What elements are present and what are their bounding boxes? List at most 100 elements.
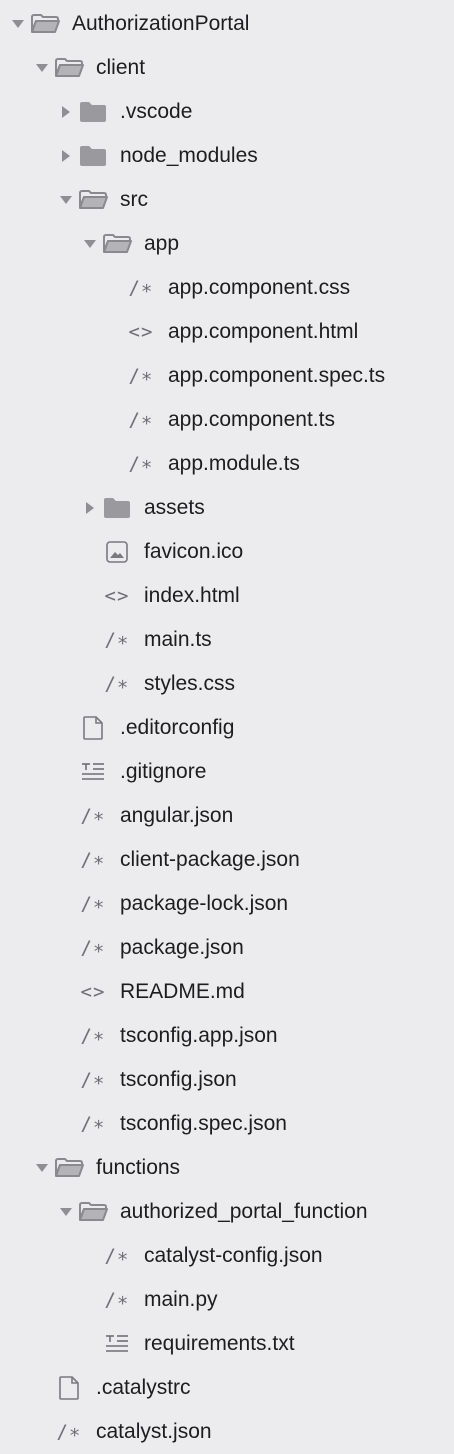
tree-row[interactable]: /∗ client-package.json [0, 838, 454, 882]
tree-row[interactable]: favicon.ico [0, 530, 454, 574]
tree-row[interactable]: /∗ package-lock.json [0, 882, 454, 926]
document-icon [54, 1366, 84, 1410]
tree-row[interactable]: /∗ app.module.ts [0, 442, 454, 486]
file-type-glyph: /∗ [104, 629, 130, 651]
source-file-icon: /∗ [126, 266, 156, 310]
tree-row[interactable]: assets [0, 486, 454, 530]
disclosure-collapsed-icon[interactable] [78, 486, 102, 530]
file-type-glyph: <> [104, 585, 130, 607]
file-type-glyph: /∗ [80, 1069, 106, 1091]
markup-file-icon: <> [126, 310, 156, 354]
disclosure-expanded-icon[interactable] [78, 222, 102, 266]
file-type-glyph: /∗ [80, 893, 106, 915]
tree-item-label: .gitignore [120, 760, 207, 783]
file-type-glyph: /∗ [80, 1025, 106, 1047]
tree-row[interactable]: /∗ angular.json [0, 794, 454, 838]
tree-item-label: authorized_portal_function [120, 1200, 368, 1223]
file-type-glyph: /∗ [128, 365, 154, 387]
tree-row[interactable]: .gitignore [0, 750, 454, 794]
tree-row[interactable]: /∗ tsconfig.json [0, 1058, 454, 1102]
folder-open-icon [78, 1190, 108, 1234]
tree-row[interactable]: app [0, 222, 454, 266]
tree-row[interactable]: /∗ tsconfig.app.json [0, 1014, 454, 1058]
folder-open-icon [54, 1146, 84, 1190]
tree-row[interactable]: /∗ catalyst.json [0, 1410, 454, 1454]
image-file-icon [102, 530, 132, 574]
tree-item-label: functions [96, 1156, 181, 1179]
file-type-glyph: /∗ [56, 1421, 82, 1443]
tree-row[interactable]: /∗ tsconfig.spec.json [0, 1102, 454, 1146]
tree-row[interactable]: /∗ main.ts [0, 618, 454, 662]
source-file-icon: /∗ [102, 1234, 132, 1278]
tree-row[interactable]: functions [0, 1146, 454, 1190]
tree-row[interactable]: <> index.html [0, 574, 454, 618]
tree-row[interactable]: /∗ app.component.css [0, 266, 454, 310]
disclosure-expanded-icon[interactable] [30, 1146, 54, 1190]
tree-item-label: AuthorizationPortal [72, 12, 250, 35]
disclosure-expanded-icon[interactable] [30, 46, 54, 90]
disclosure-collapsed-icon[interactable] [54, 134, 78, 178]
tree-row[interactable]: AuthorizationPortal [0, 2, 454, 46]
tree-item-label: app.component.spec.ts [168, 364, 386, 387]
folder-icon [78, 134, 108, 178]
tree-item-label: node_modules [120, 144, 258, 167]
tree-item-label: styles.css [144, 672, 236, 695]
markup-file-icon: <> [78, 970, 108, 1014]
tree-row[interactable]: client [0, 46, 454, 90]
source-file-icon: /∗ [78, 1014, 108, 1058]
file-type-glyph: /∗ [104, 1245, 130, 1267]
file-type-glyph: <> [128, 321, 154, 343]
source-file-icon: /∗ [78, 1058, 108, 1102]
file-type-glyph: <> [80, 981, 106, 1003]
source-file-icon: /∗ [78, 926, 108, 970]
folder-icon [78, 90, 108, 134]
source-file-icon: /∗ [78, 794, 108, 838]
tree-row[interactable]: .vscode [0, 90, 454, 134]
tree-row[interactable]: .editorconfig [0, 706, 454, 750]
file-tree: AuthorizationPortal client .vscode node_mod… [0, 0, 454, 1452]
tree-row[interactable]: src [0, 178, 454, 222]
disclosure-expanded-icon[interactable] [54, 178, 78, 222]
folder-open-icon [54, 46, 84, 90]
source-file-icon: /∗ [102, 618, 132, 662]
folder-open-icon [102, 222, 132, 266]
tree-item-label: requirements.txt [144, 1332, 295, 1355]
tree-row[interactable]: /∗ styles.css [0, 662, 454, 706]
tree-item-label: app.component.css [168, 276, 351, 299]
source-file-icon: /∗ [102, 662, 132, 706]
tree-row[interactable]: /∗ catalyst-config.json [0, 1234, 454, 1278]
tree-item-label: client [96, 56, 146, 79]
tree-item-label: catalyst.json [96, 1420, 212, 1443]
disclosure-collapsed-icon[interactable] [54, 90, 78, 134]
tree-item-label: app.component.html [168, 320, 359, 343]
tree-row[interactable]: /∗ package.json [0, 926, 454, 970]
tree-row[interactable]: /∗ main.py [0, 1278, 454, 1322]
document-icon [78, 706, 108, 750]
disclosure-expanded-icon[interactable] [6, 2, 30, 46]
tree-row[interactable]: <> README.md [0, 970, 454, 1014]
tree-row[interactable]: <> app.component.html [0, 310, 454, 354]
tree-item-label: package.json [120, 936, 244, 959]
tree-item-label: catalyst-config.json [144, 1244, 323, 1267]
tree-row[interactable]: requirements.txt [0, 1322, 454, 1366]
tree-item-label: favicon.ico [144, 540, 244, 563]
disclosure-expanded-icon[interactable] [54, 1190, 78, 1234]
tree-item-label: client-package.json [120, 848, 300, 871]
tree-row[interactable]: /∗ app.component.spec.ts [0, 354, 454, 398]
tree-row[interactable]: authorized_portal_function [0, 1190, 454, 1234]
tree-row[interactable]: .catalystrc [0, 1366, 454, 1410]
tree-row[interactable]: /∗ app.component.ts [0, 398, 454, 442]
tree-row[interactable]: node_modules [0, 134, 454, 178]
tree-item-label: app.module.ts [168, 452, 300, 475]
